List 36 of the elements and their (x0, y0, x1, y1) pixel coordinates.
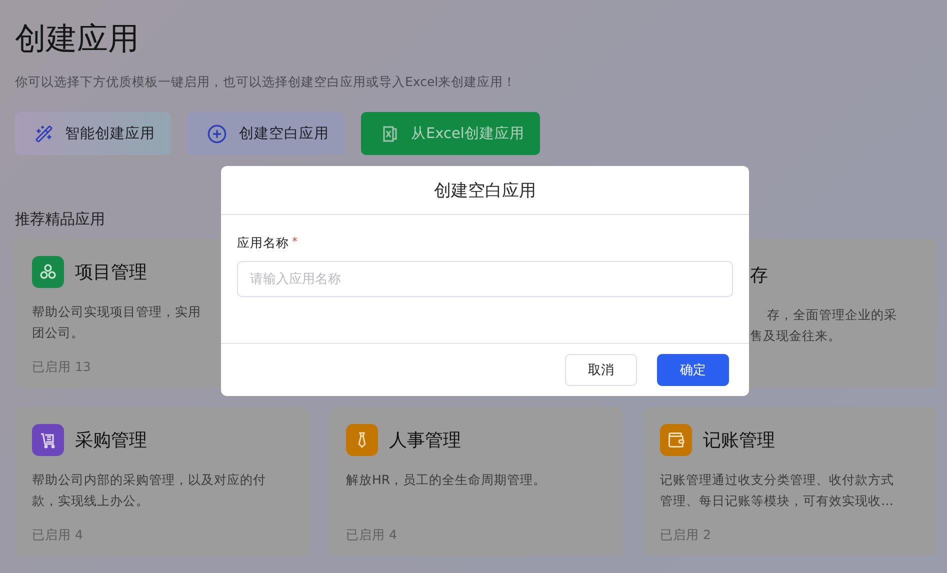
app-name: 记账管理 (703, 429, 775, 452)
app-name-input[interactable]: 请输入应用名称 (237, 261, 733, 297)
usage-count: 已启用 4 (32, 527, 84, 544)
confirm-button[interactable]: 确定 (657, 354, 729, 386)
usage-count: 已启用 2 (660, 527, 712, 544)
cancel-button[interactable]: 取消 (565, 354, 637, 386)
app-description: 管理、每日记账等模块，可有效实现收… (660, 492, 894, 510)
page-title: 创建应用 (15, 20, 140, 59)
magic-wand-icon (35, 124, 53, 142)
section-title: 推荐精品应用 (15, 209, 105, 229)
app-card[interactable]: 人事管理 解放HR，员工的全生命周期管理。 已启用 4 (329, 407, 623, 556)
create-app-button[interactable]: 智能创建应用 (15, 112, 171, 155)
app-name: 采购管理 (75, 429, 147, 452)
app-description: 帮助公司实现项目管理，实用 (32, 303, 202, 321)
app-name: 存 (750, 264, 768, 287)
app-name: 项目管理 (75, 261, 147, 284)
plus-circle-icon (207, 124, 227, 144)
app-description: 帮助公司内部的采购管理，以及对应的付 (32, 471, 267, 489)
app-description: 存，全面管理企业的采 (766, 306, 898, 324)
app-description: 款，实现线上办公。 (32, 492, 150, 510)
app-card[interactable]: 采购管理 帮助公司内部的采购管理，以及对应的付 款，实现线上办公。 已启用 4 (15, 407, 309, 556)
dialog-title: 创建空白应用 (434, 180, 536, 202)
wallet-icon (667, 431, 685, 449)
app-description: 团公司。 (32, 324, 85, 342)
app-description: 记账管理通过收支分类管理、收付款方式 (660, 471, 895, 489)
circles-icon (39, 263, 57, 281)
usage-count: 已启用 13 (32, 359, 92, 376)
page-subtitle: 你可以选择下方优质模板一键启用，也可以选择创建空白应用或导入Excel来创建应用！ (15, 73, 518, 91)
app-description: 售及现金往来。 (750, 327, 842, 345)
usage-count: 已启用 4 (346, 527, 398, 544)
app-description: 解放HR，员工的全生命周期管理。 (346, 471, 548, 489)
create-app-button[interactable]: 创建空白应用 (187, 112, 345, 155)
app-name: 人事管理 (389, 429, 461, 452)
spreadsheet-icon (381, 124, 399, 142)
cart-icon (39, 431, 57, 449)
app-card[interactable]: 记账管理 记账管理通过收支分类管理、收付款方式 管理、每日记账等模块，可有效实现收… 已启用 2 (643, 407, 937, 556)
